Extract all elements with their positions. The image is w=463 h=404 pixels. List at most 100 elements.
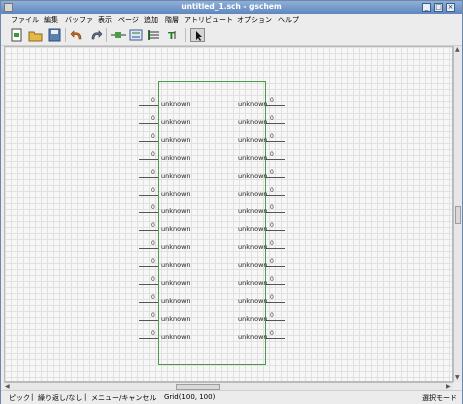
right-pin-line[interactable] (266, 141, 285, 142)
menu-add[interactable]: 追加 (144, 15, 158, 25)
left-pin-label: unknown (161, 225, 191, 233)
right-pin-number: 0 (270, 258, 274, 265)
right-pin-label: unknown (238, 100, 268, 108)
menu-attributes[interactable]: アトリビュート (184, 15, 233, 25)
menu-options[interactable]: オプション (237, 15, 272, 25)
save-file-icon[interactable] (47, 28, 62, 42)
right-pin-line[interactable] (266, 195, 285, 196)
left-pin-number: 0 (151, 133, 155, 140)
left-pin-number: 0 (151, 187, 155, 194)
right-pin-line[interactable] (266, 302, 285, 303)
left-pin-number: 0 (151, 204, 155, 211)
right-pin-line[interactable] (266, 248, 285, 249)
redo-icon[interactable] (88, 28, 103, 42)
right-pin-line[interactable] (266, 212, 285, 213)
right-pin-label: unknown (238, 279, 268, 287)
left-pin-line[interactable] (139, 302, 158, 303)
left-pin-label: unknown (161, 207, 191, 215)
maximize-button[interactable]: □ (434, 3, 443, 12)
scroll-down-arrow-icon[interactable]: ▼ (455, 374, 460, 381)
right-pin-line[interactable] (266, 123, 285, 124)
right-pin-line[interactable] (266, 320, 285, 321)
add-component-icon[interactable] (111, 28, 126, 42)
scroll-up-arrow-icon[interactable]: ▲ (455, 46, 460, 53)
right-pin-number: 0 (270, 204, 274, 211)
left-pin-line[interactable] (139, 195, 158, 196)
right-pin-label: unknown (238, 190, 268, 198)
vertical-scroll-thumb[interactable] (455, 206, 461, 224)
left-pin-line[interactable] (139, 338, 158, 339)
new-file-icon[interactable] (9, 28, 24, 42)
status-left-mouse: ピック (9, 394, 30, 402)
left-pin-label: unknown (161, 136, 191, 144)
right-pin-line[interactable] (266, 177, 285, 178)
left-pin-label: unknown (161, 100, 191, 108)
toolbar-separator (106, 28, 107, 42)
right-pin-line[interactable] (266, 230, 285, 231)
right-pin-line[interactable] (266, 338, 285, 339)
left-pin-line[interactable] (139, 177, 158, 178)
menu-edit[interactable]: 編集 (44, 15, 58, 25)
right-pin-label: unknown (238, 207, 268, 215)
add-text-icon[interactable]: T (165, 28, 180, 42)
left-pin-number: 0 (151, 294, 155, 301)
svg-text:T: T (168, 31, 175, 42)
select-pointer-icon[interactable] (190, 28, 205, 42)
menu-buffer[interactable]: バッファ (65, 15, 93, 25)
app-window: untitled_1.sch - gschem _ □ × ファイル 編集 バッ… (0, 0, 463, 404)
menu-view[interactable]: 表示 (98, 15, 112, 25)
left-pin-number: 0 (151, 151, 155, 158)
right-pin-line[interactable] (266, 105, 285, 106)
scroll-left-arrow-icon[interactable]: ◀ (5, 383, 10, 390)
close-button[interactable]: × (446, 3, 455, 12)
left-pin-line[interactable] (139, 320, 158, 321)
add-net-icon[interactable] (129, 28, 144, 42)
right-pin-number: 0 (270, 294, 274, 301)
left-pin-label: unknown (161, 261, 191, 269)
menu-file[interactable]: ファイル (11, 15, 39, 25)
right-pin-number: 0 (270, 312, 274, 319)
right-pin-number: 0 (270, 330, 274, 337)
right-pin-label: unknown (238, 261, 268, 269)
scroll-right-arrow-icon[interactable]: ▶ (446, 383, 451, 390)
left-pin-line[interactable] (139, 248, 158, 249)
right-pin-line[interactable] (266, 284, 285, 285)
vertical-scrollbar[interactable]: ▲ ▼ (453, 46, 462, 382)
left-pin-line[interactable] (139, 284, 158, 285)
menu-hierarchy[interactable]: 階層 (165, 15, 179, 25)
minimize-button[interactable]: _ (422, 3, 431, 12)
left-pin-line[interactable] (139, 105, 158, 106)
right-pin-number: 0 (270, 276, 274, 283)
open-file-icon[interactable] (28, 28, 43, 42)
left-pin-line[interactable] (139, 266, 158, 267)
right-pin-number: 0 (270, 151, 274, 158)
schematic-canvas[interactable]: 0 unknown 0 unknown 0 unknown 0 unknown 0 unknown… (4, 46, 453, 382)
undo-icon[interactable] (70, 28, 85, 42)
left-pin-line[interactable] (139, 230, 158, 231)
left-pin-number: 0 (151, 276, 155, 283)
right-pin-number: 0 (270, 133, 274, 140)
right-pin-label: unknown (238, 172, 268, 180)
right-pin-label: unknown (238, 136, 268, 144)
add-bus-icon[interactable] (147, 28, 162, 42)
right-pin-label: unknown (238, 118, 268, 126)
left-pin-line[interactable] (139, 123, 158, 124)
left-pin-label: unknown (161, 243, 191, 251)
menu-help[interactable]: ヘルプ (278, 15, 299, 25)
right-pin-label: unknown (238, 297, 268, 305)
left-pin-number: 0 (151, 97, 155, 104)
left-pin-line[interactable] (139, 141, 158, 142)
menu-page[interactable]: ページ (118, 15, 139, 25)
right-pin-number: 0 (270, 115, 274, 122)
right-pin-label: unknown (238, 154, 268, 162)
left-pin-number: 0 (151, 222, 155, 229)
right-pin-number: 0 (270, 240, 274, 247)
title-bar[interactable]: untitled_1.sch - gschem _ □ × (1, 1, 462, 14)
right-pin-line[interactable] (266, 266, 285, 267)
right-pin-line[interactable] (266, 159, 285, 160)
left-pin-line[interactable] (139, 159, 158, 160)
toolbar-separator (185, 28, 186, 42)
right-pin-label: unknown (238, 243, 268, 251)
toolbar-separator (65, 28, 66, 42)
left-pin-line[interactable] (139, 212, 158, 213)
